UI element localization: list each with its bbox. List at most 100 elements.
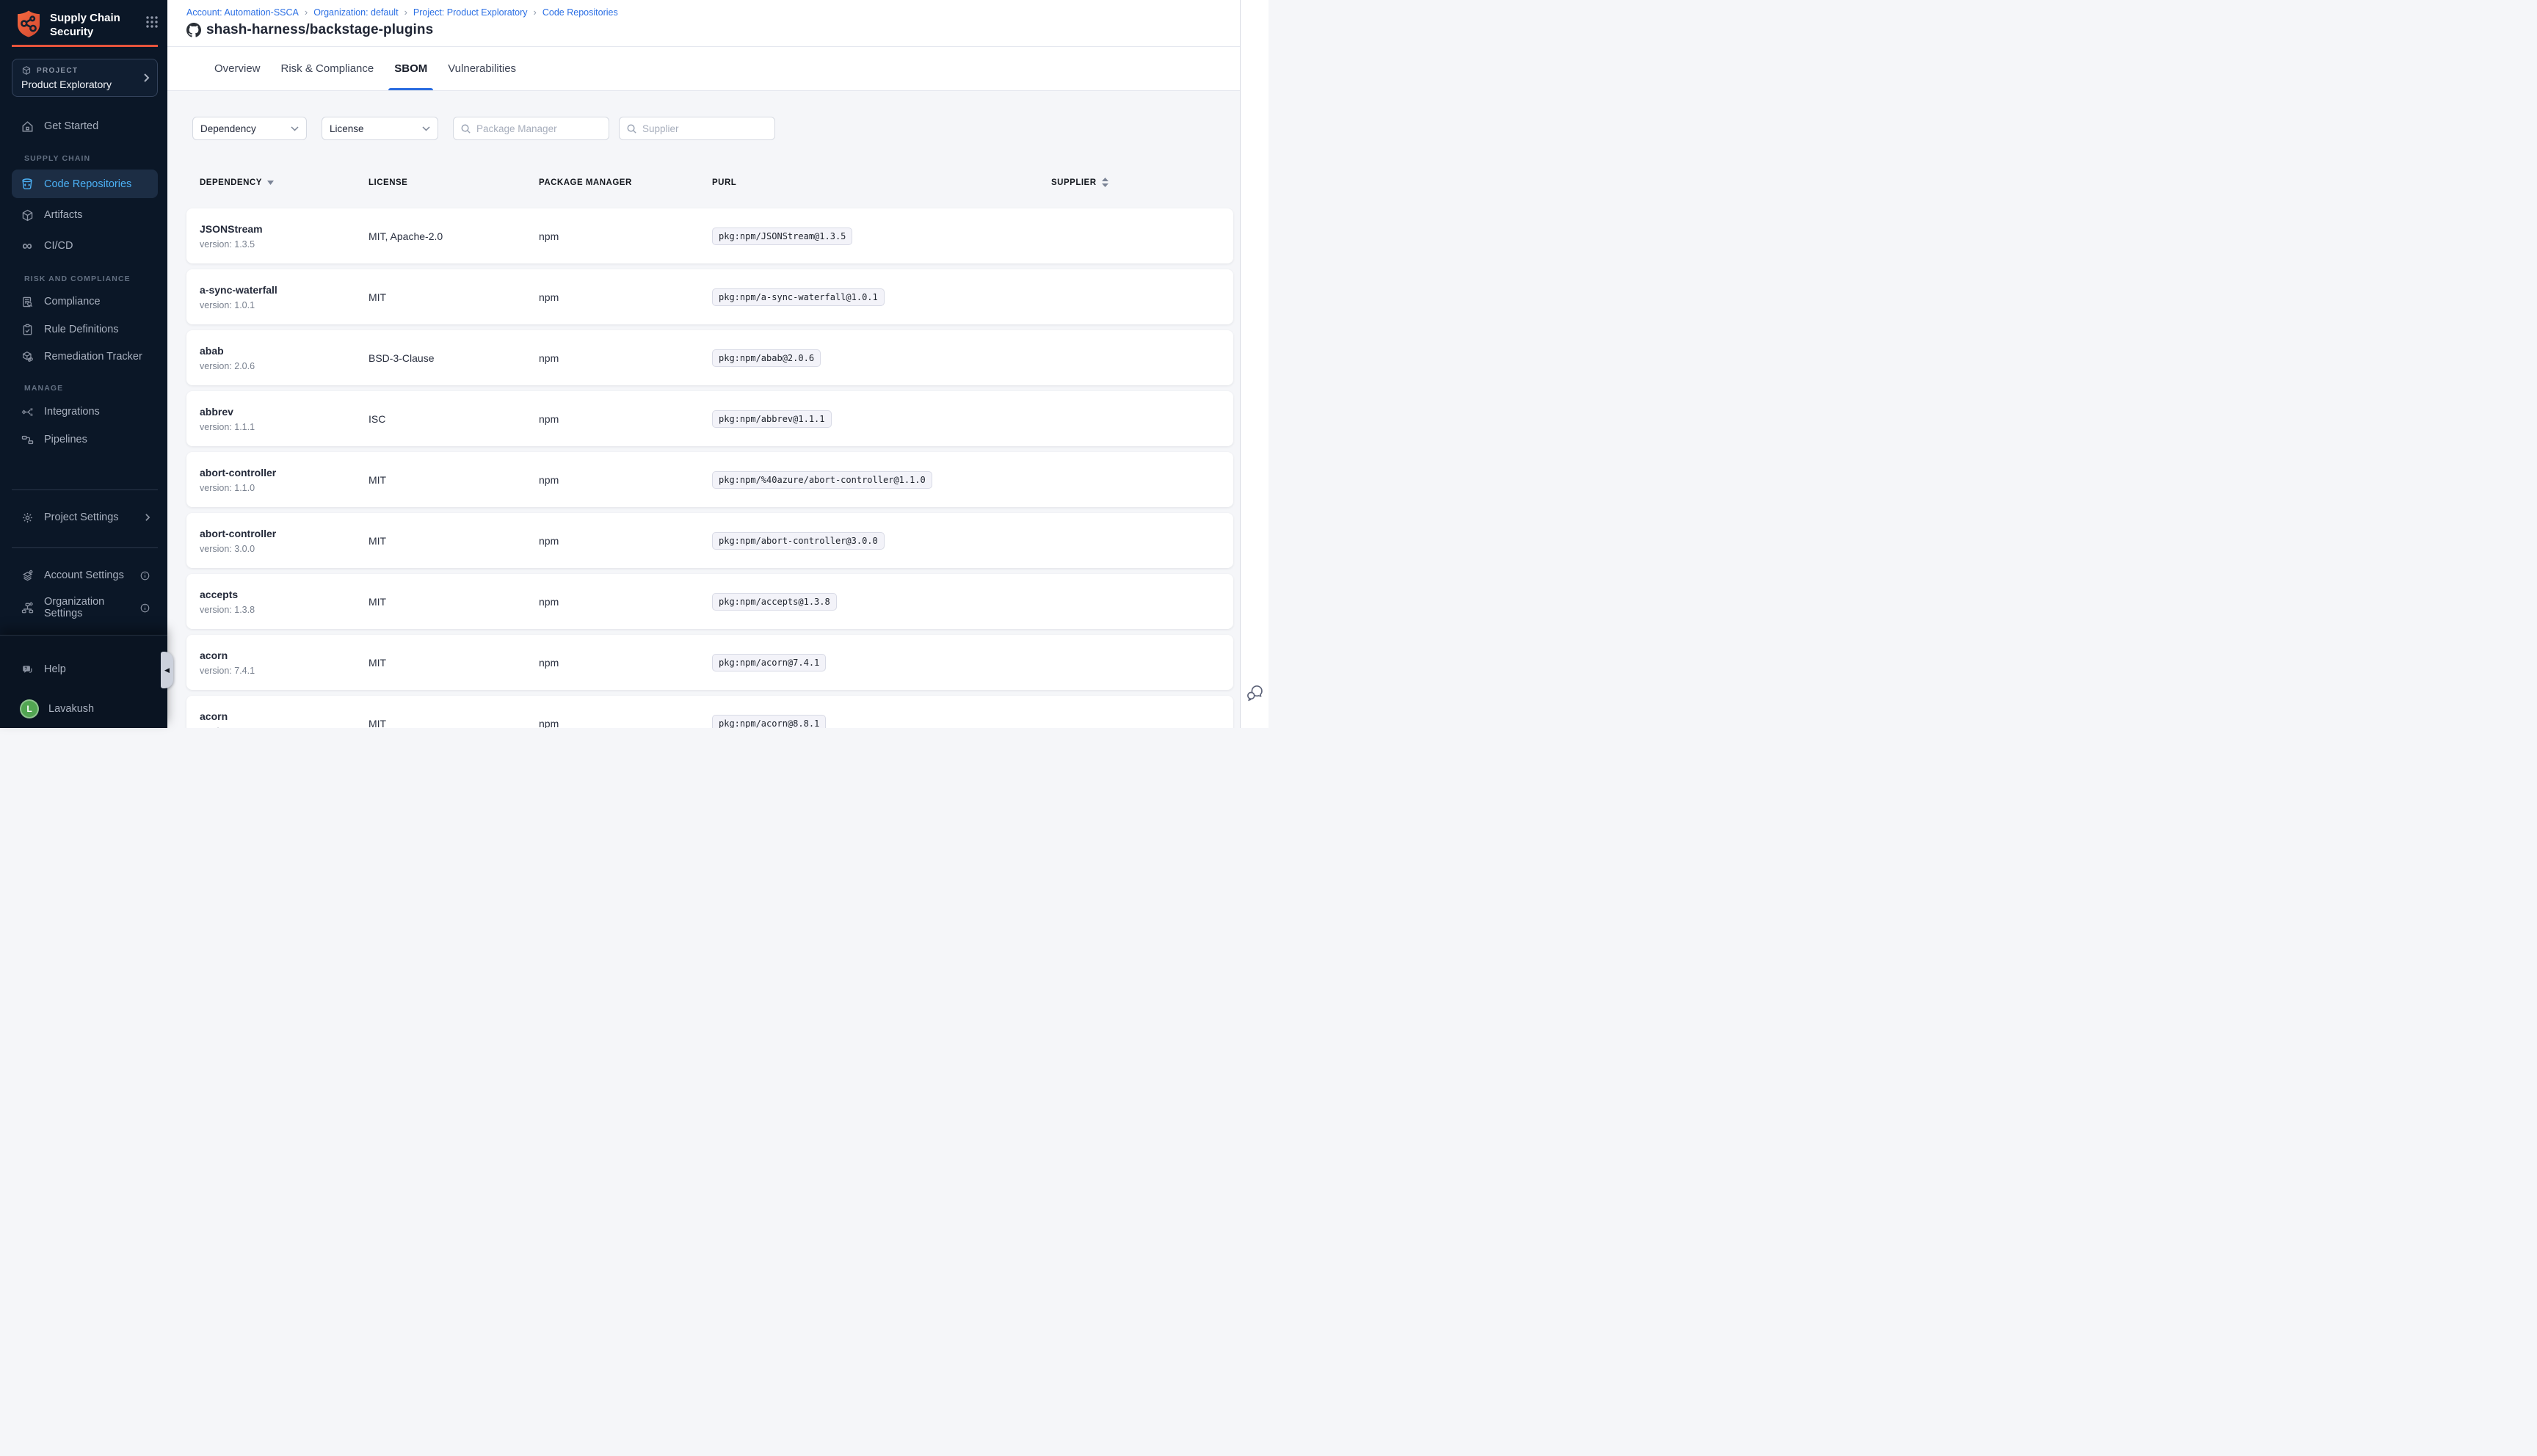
sidebar-item-help[interactable]: ? Help [12,656,158,682]
breadcrumb-project[interactable]: Project: Product Exploratory [413,7,528,18]
user-menu[interactable]: L Lavakush [12,696,158,722]
sidebar-item-remediation-tracker[interactable]: Remediation Tracker [12,343,158,370]
license-cell: MIT [369,718,539,729]
section-label-supply-chain: SUPPLY CHAIN [24,154,90,163]
sort-both-icon [1102,178,1108,187]
tab-vulnerabilities[interactable]: Vulnerabilities [446,47,518,90]
table-row[interactable]: abort-controller version: 3.0.0 MIT npm … [186,513,1233,568]
license-cell: MIT [369,596,539,608]
table-row[interactable]: acorn version: 7.4.1 MIT npm pkg:npm/aco… [186,635,1233,690]
app-screen: Supply Chain Security PROJECT Product Ex… [0,0,1268,728]
dependency-version: version: 7.4.1 [200,666,369,676]
license-cell: MIT [369,657,539,669]
user-name: Lavakush [48,703,94,715]
tab-overview[interactable]: Overview [213,47,262,90]
license-cell: MIT [369,535,539,547]
brand-divider [12,45,158,47]
sidebar-item-cicd[interactable]: ∞ CI/CD [12,233,158,259]
sidebar-item-label: Code Repositories [44,178,131,190]
sidebar-collapse-handle[interactable]: ◀ [161,652,173,688]
sidebar-item-label: Project Settings [44,512,119,523]
sidebar-item-label: Get Started [44,120,98,132]
remediation-box-icon [20,349,35,364]
dependency-name: acorn [200,710,369,722]
sidebar-item-artifacts[interactable]: Artifacts [12,202,158,228]
column-header-dependency[interactable]: DEPENDENCY [200,178,369,187]
sort-desc-icon [267,181,274,185]
dependency-name: a-sync-waterfall [200,284,369,296]
dependency-version: version: 1.3.8 [200,605,369,615]
dependency-name: abab [200,345,369,357]
table-row[interactable]: acorn version: 8.8.1 MIT npm pkg:npm/aco… [186,696,1233,728]
dependency-name: JSONStream [200,223,369,235]
table-header: DEPENDENCY LICENSE PACKAGE MANAGER PURL … [186,178,1233,187]
module-grid-icon[interactable] [145,15,159,29]
dependency-filter-dropdown[interactable]: Dependency [192,117,307,140]
sidebar-item-organization-settings[interactable]: Organization Settings [12,594,158,621]
home-icon [20,119,35,134]
chevron-right-icon [143,73,150,83]
sidebar-item-pipelines[interactable]: Pipelines [12,426,158,453]
page-title: shash-harness/backstage-plugins [206,22,433,38]
breadcrumb-code-repositories[interactable]: Code Repositories [542,7,618,18]
purl-chip: pkg:npm/acorn@8.8.1 [712,715,826,729]
table-rows: JSONStream version: 1.3.5 MIT, Apache-2.… [186,208,1233,728]
chevron-down-icon [291,126,299,131]
package-manager-cell: npm [539,718,712,729]
sbom-content: Dependency License DEPENDENCY [167,91,1240,728]
search-icon [626,123,637,134]
license-cell: ISC [369,413,539,425]
sidebar: Supply Chain Security PROJECT Product Ex… [0,0,167,728]
info-icon[interactable] [139,570,150,581]
breadcrumb-account[interactable]: Account: Automation-SSCA [186,7,299,18]
package-manager-cell: npm [539,535,712,547]
table-row[interactable]: abort-controller version: 1.1.0 MIT npm … [186,452,1233,507]
avatar: L [20,699,39,718]
sidebar-item-account-settings[interactable]: Account Settings [12,562,158,589]
table-row[interactable]: abab version: 2.0.6 BSD-3-Clause npm pkg… [186,330,1233,385]
table-row[interactable]: a-sync-waterfall version: 1.0.1 MIT npm … [186,269,1233,324]
package-manager-cell: npm [539,291,712,303]
sidebar-item-code-repositories[interactable]: Code Repositories [12,170,158,198]
dependency-version: version: 8.8.1 [200,727,369,729]
purl-chip: pkg:npm/%40azure/abort-controller@1.1.0 [712,471,932,489]
brand: Supply Chain Security [15,10,159,40]
column-header-supplier[interactable]: SUPPLIER [1051,178,1233,187]
page-header: Account: Automation-SSCA › Organization:… [167,0,1240,47]
sidebar-item-get-started[interactable]: Get Started [12,113,158,139]
table-row[interactable]: abbrev version: 1.1.1 ISC npm pkg:npm/ab… [186,391,1233,446]
sidebar-item-integrations[interactable]: Integrations [12,398,158,425]
sidebar-footer: ? Help L Lavakush [0,635,167,728]
right-gutter [1240,0,1268,728]
supplier-input[interactable] [642,123,768,134]
sidebar-divider [12,489,158,490]
table-row[interactable]: JSONStream version: 1.3.5 MIT, Apache-2.… [186,208,1233,263]
tab-sbom[interactable]: SBOM [393,47,429,90]
sidebar-item-label: Rule Definitions [44,324,119,335]
sidebar-item-label: Compliance [44,296,101,307]
purl-chip: pkg:npm/abort-controller@3.0.0 [712,532,885,550]
table-row[interactable]: accepts version: 1.3.8 MIT npm pkg:npm/a… [186,574,1233,629]
purl-chip: pkg:npm/abbrev@1.1.1 [712,410,832,428]
license-filter-label: License [330,123,364,134]
package-manager-input[interactable] [476,123,602,134]
dependency-name: abort-controller [200,528,369,539]
breadcrumb-organization[interactable]: Organization: default [313,7,398,18]
section-label-risk-compliance: RISK AND COMPLIANCE [24,274,131,283]
sidebar-item-label: Help [44,663,66,675]
org-chart-icon [20,600,35,615]
project-selector[interactable]: PROJECT Product Exploratory [12,59,158,97]
sidebar-item-label: Integrations [44,406,100,418]
license-filter-dropdown[interactable]: License [322,117,438,140]
sidebar-item-rule-definitions[interactable]: Rule Definitions [12,316,158,343]
sidebar-item-compliance[interactable]: Compliance [12,288,158,315]
cube-icon [21,65,32,76]
section-label-manage: MANAGE [24,384,63,393]
tab-risk-compliance[interactable]: Risk & Compliance [280,47,376,90]
license-cell: BSD-3-Clause [369,352,539,364]
project-label: PROJECT [37,67,78,75]
chat-support-icon[interactable] [1245,682,1265,702]
info-icon[interactable] [139,603,150,614]
sidebar-item-project-settings[interactable]: Project Settings [12,504,158,531]
sidebar-divider [12,547,158,548]
